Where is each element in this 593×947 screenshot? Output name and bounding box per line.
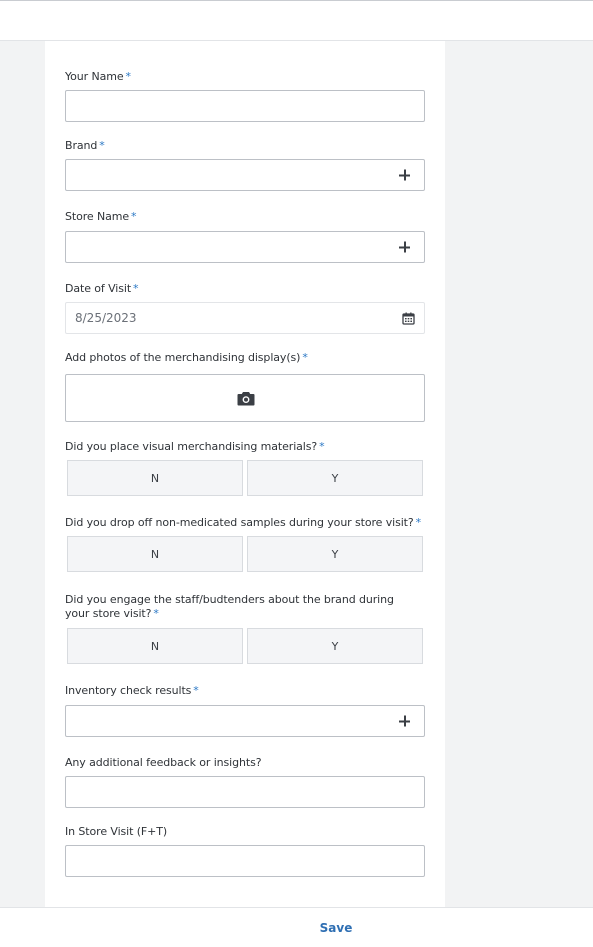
field-photos: Add photos of the merchandising display(…: [65, 351, 425, 422]
samples-choice: N Y: [67, 536, 423, 572]
required-marker: *: [133, 282, 139, 295]
field-your-name: Your Name *: [65, 70, 425, 122]
required-marker: *: [319, 440, 325, 453]
plus-icon[interactable]: [399, 715, 410, 727]
date-of-visit-field[interactable]: 8/25/2023: [65, 302, 425, 334]
field-brand: Brand *: [65, 139, 425, 191]
date-value: 8/25/2023: [75, 311, 137, 325]
required-marker: *: [153, 607, 159, 620]
plus-icon[interactable]: [399, 169, 410, 181]
store-name-lookup-field[interactable]: [65, 231, 425, 263]
field-in-store-visit: In Store Visit (F+T): [65, 825, 425, 877]
required-marker: *: [193, 684, 199, 697]
field-inventory: Inventory check results *: [65, 684, 425, 737]
camera-icon[interactable]: [237, 391, 255, 406]
required-marker: *: [415, 516, 422, 529]
brand-lookup-field[interactable]: [65, 159, 425, 191]
feedback-input[interactable]: [65, 776, 425, 808]
field-label: Inventory check results *: [65, 684, 199, 697]
field-label: Date of Visit *: [65, 282, 139, 295]
save-button[interactable]: Save: [312, 921, 360, 939]
field-label: Add photos of the merchandising display(…: [65, 351, 308, 364]
field-feedback: Any additional feedback or insights?: [65, 756, 425, 808]
option-n-button[interactable]: N: [67, 628, 243, 664]
field-label: Did you drop off non-medicated samples d…: [65, 516, 422, 529]
inventory-lookup-field[interactable]: [65, 705, 425, 737]
field-visual-materials: Did you place visual merchandising mater…: [65, 440, 425, 496]
form-panel: Your Name * Brand * Store Name * Date of Vi…: [45, 41, 445, 907]
field-engage-staff: Did you engage the staff/budtenders abou…: [65, 593, 425, 664]
add-photos-field[interactable]: [65, 374, 425, 422]
option-n-button[interactable]: N: [67, 536, 243, 572]
field-label: Store Name *: [65, 210, 137, 223]
top-bar: [0, 0, 593, 41]
option-n-button[interactable]: N: [67, 460, 243, 496]
bottom-bar: Save: [0, 907, 593, 947]
field-label: Did you place visual merchandising mater…: [65, 440, 325, 453]
required-marker: *: [125, 70, 132, 83]
option-y-button[interactable]: Y: [247, 460, 423, 496]
engage-staff-choice: N Y: [67, 628, 423, 664]
field-label: Did you engage the staff/budtenders abou…: [65, 593, 394, 620]
option-y-button[interactable]: Y: [247, 536, 423, 572]
field-label: In Store Visit (F+T): [65, 825, 168, 838]
option-y-button[interactable]: Y: [247, 628, 423, 664]
field-date-of-visit: Date of Visit * 8/25/2023: [65, 282, 425, 334]
required-marker: *: [302, 351, 308, 364]
required-marker: *: [99, 139, 105, 152]
in-store-visit-input[interactable]: [65, 845, 425, 877]
field-store-name: Store Name *: [65, 210, 425, 263]
field-samples: Did you drop off non-medicated samples d…: [65, 516, 425, 572]
plus-icon[interactable]: [399, 241, 410, 253]
required-marker: *: [131, 210, 137, 223]
field-label: Your Name *: [65, 70, 132, 83]
field-label: Brand *: [65, 139, 105, 152]
visual-materials-choice: N Y: [67, 460, 423, 496]
calendar-icon[interactable]: [402, 312, 415, 325]
your-name-input[interactable]: [65, 90, 425, 122]
field-label: Any additional feedback or insights?: [65, 756, 262, 769]
